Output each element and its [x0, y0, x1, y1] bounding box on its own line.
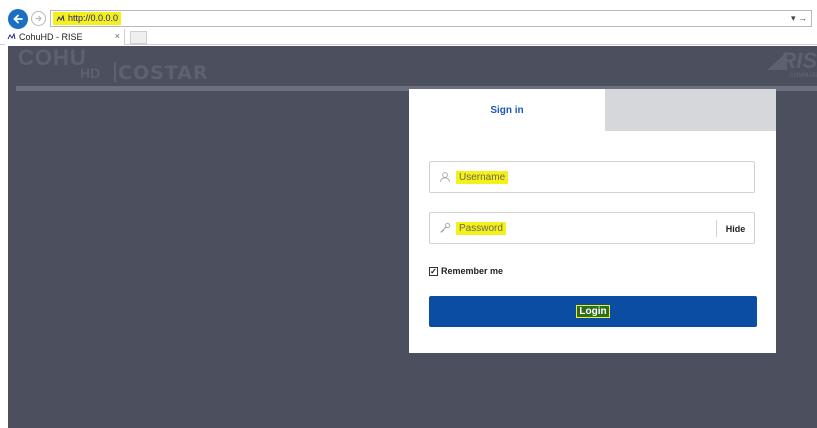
hd-logo: HD: [80, 65, 101, 81]
back-arrow-icon: [13, 14, 23, 24]
tab-cohuhd[interactable]: CohuHD - RISE ×: [5, 29, 125, 45]
key-icon: [440, 222, 451, 233]
remember-label: Remember me: [441, 266, 504, 276]
back-button[interactable]: [8, 9, 28, 29]
address-bar[interactable]: http://0.0.0.0 ▾ →: [50, 10, 812, 27]
login-button[interactable]: Login: [429, 296, 757, 327]
rise-logo-subtitle: COMMAN: [789, 73, 817, 79]
rise-logo: RIS: [780, 48, 817, 73]
user-icon: [440, 172, 450, 183]
username-placeholder: Username: [456, 171, 509, 184]
new-tab-button[interactable]: [130, 31, 147, 44]
app-background: COHU HD COSTAR RIS COMMAN Sign in Userna…: [8, 46, 817, 428]
cohu-logo: COHU: [18, 45, 87, 70]
password-field[interactable]: Password Hide: [429, 212, 755, 244]
login-label: Login: [576, 305, 610, 318]
password-placeholder: Password: [456, 222, 506, 235]
address-text: http://0.0.0.0: [53, 12, 122, 25]
tab-title: CohuHD - RISE: [19, 32, 83, 42]
tab-favicon-icon: [7, 33, 16, 40]
logo-separator: [114, 62, 116, 82]
login-tabs: Sign in: [409, 89, 776, 131]
hide-password-button[interactable]: Hide: [716, 220, 754, 237]
tab-close-icon[interactable]: ×: [115, 31, 120, 41]
costar-logo: COSTAR: [118, 62, 209, 84]
remember-checkbox[interactable]: ✓: [429, 266, 438, 276]
login-card: Sign in Username Password Hide ✓ Remembe…: [409, 89, 776, 353]
username-field[interactable]: Username: [429, 161, 755, 193]
tab-secondary[interactable]: [605, 89, 776, 131]
forward-button[interactable]: [31, 11, 46, 26]
forward-arrow-icon: [35, 15, 42, 22]
address-url: http://0.0.0.0: [68, 13, 119, 23]
page-icon: [56, 14, 65, 21]
browser-toolbar: http://0.0.0.0 ▾ →: [0, 0, 817, 29]
remember-me[interactable]: ✓ Remember me: [429, 266, 503, 276]
tab-bar: CohuHD - RISE ×: [0, 29, 817, 45]
address-dropdown-icon[interactable]: ▾ →: [791, 12, 807, 25]
tab-sign-in[interactable]: Sign in: [409, 89, 605, 131]
